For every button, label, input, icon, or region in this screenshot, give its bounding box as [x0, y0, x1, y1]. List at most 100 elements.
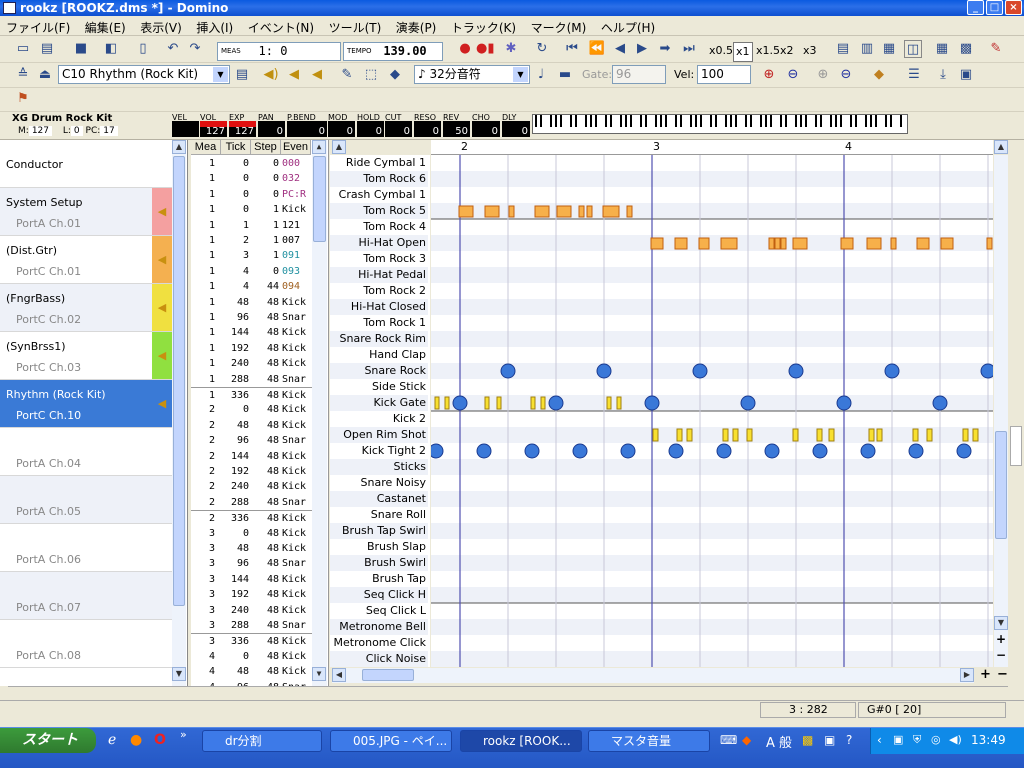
note-block[interactable]: [540, 396, 546, 410]
menu-event[interactable]: イベント(N): [242, 16, 319, 36]
col-step[interactable]: Step: [251, 140, 281, 155]
note-block[interactable]: [508, 205, 515, 218]
speaker-solo-icon[interactable]: ◀: [308, 66, 326, 84]
drum-name[interactable]: Metronome Click: [330, 635, 428, 651]
note-block[interactable]: [792, 237, 808, 250]
event-row[interactable]: 2 96 48 Snar: [191, 433, 313, 448]
task-folder[interactable]: dr分割: [202, 730, 322, 752]
track-row[interactable]: System Setup PortA Ch.01 ◀: [0, 188, 172, 236]
list-icon[interactable]: ☰: [905, 66, 923, 84]
list-view-icon[interactable]: ▤: [834, 40, 852, 58]
note-block[interactable]: [698, 237, 710, 250]
drum-name[interactable]: Open Rim Shot: [330, 427, 428, 443]
track-row[interactable]: (FngrBass) PortC Ch.02 ◀: [0, 284, 172, 332]
note-circle[interactable]: [572, 443, 588, 459]
import-icon[interactable]: ⤓: [934, 66, 952, 84]
close-button[interactable]: ×: [1005, 0, 1022, 15]
properties-icon[interactable]: ◧: [102, 40, 120, 58]
zoom-h-out-icon[interactable]: ⊖: [837, 66, 855, 84]
record-icon[interactable]: ●: [456, 40, 474, 58]
task-domino[interactable]: rookz [ROOK...: [460, 730, 582, 752]
track-mute-speaker-icon[interactable]: ◀: [152, 236, 172, 283]
scroll-left-icon[interactable]: ◀: [332, 668, 346, 682]
note-circle[interactable]: [524, 443, 540, 459]
track-row[interactable]: PortA Ch.05: [0, 476, 172, 524]
event-row[interactable]: 3 288 48 Snar: [191, 618, 313, 633]
side-zoom-control[interactable]: [1010, 426, 1022, 466]
clock[interactable]: 13:49: [971, 733, 1006, 747]
antivirus-icon[interactable]: ◎: [931, 733, 941, 746]
note-circle[interactable]: [932, 395, 948, 411]
zoom-v-minus-icon[interactable]: −: [996, 648, 1006, 662]
network-icon[interactable]: ▣: [893, 733, 903, 746]
ime-tray-icon[interactable]: ◆: [742, 733, 751, 747]
note-circle[interactable]: [692, 363, 708, 379]
scroll-right-icon[interactable]: ▶: [960, 668, 974, 682]
event-row[interactable]: 1 96 48 Snar: [191, 310, 313, 325]
note-block[interactable]: [606, 396, 612, 410]
note-block[interactable]: [534, 205, 550, 218]
mini-keyboard[interactable]: [532, 114, 908, 134]
track-row[interactable]: Rhythm (Rock Kit) PortC Ch.10 ◀: [0, 380, 172, 428]
keyboard-icon[interactable]: ▩: [957, 40, 975, 58]
note-block[interactable]: [444, 396, 450, 410]
panel-splitter[interactable]: [8, 686, 1008, 698]
drum-name[interactable]: Seq Click H: [330, 587, 428, 603]
drum-view-icon[interactable]: ◫: [904, 40, 922, 58]
track-row[interactable]: PortA Ch.06: [0, 524, 172, 572]
note-block[interactable]: [578, 205, 585, 218]
measure-ruler[interactable]: 2 3 4: [431, 140, 993, 155]
maximize-button[interactable]: □: [986, 0, 1003, 15]
note-circle[interactable]: [788, 363, 804, 379]
note-block[interactable]: [912, 428, 919, 442]
note-block[interactable]: [866, 237, 882, 250]
track-row[interactable]: (Dist.Gtr) PortC Ch.01 ◀: [0, 236, 172, 284]
event-row[interactable]: 2 240 48 Kick: [191, 479, 313, 494]
drum-name[interactable]: Brush Tap Swirl: [330, 523, 428, 539]
note-circle[interactable]: [620, 443, 636, 459]
quicklaunch-firefox-icon[interactable]: ●: [130, 732, 142, 748]
event-row[interactable]: 2 48 48 Kick: [191, 418, 313, 433]
drum-name[interactable]: Side Stick: [330, 379, 428, 395]
drum-name[interactable]: Metronome Bell: [330, 619, 428, 635]
note-circle[interactable]: [740, 395, 756, 411]
drum-name[interactable]: Seq Click L: [330, 603, 428, 619]
speaker-icon[interactable]: ◀): [262, 66, 280, 84]
note-block[interactable]: [484, 205, 500, 218]
event-row[interactable]: 1 4 44 094: [191, 279, 313, 294]
track-mute-speaker-icon[interactable]: ◀: [152, 380, 172, 427]
note-circle[interactable]: [908, 443, 924, 459]
note-circle[interactable]: [644, 395, 660, 411]
event-row[interactable]: 3 96 48 Snar: [191, 556, 313, 571]
note-block[interactable]: [840, 237, 854, 250]
open-folder-icon[interactable]: ▤: [38, 40, 56, 58]
chevron-down-icon[interactable]: ▼: [513, 67, 528, 82]
menu-track[interactable]: トラック(K): [445, 16, 521, 36]
note-circle[interactable]: [476, 443, 492, 459]
note-circle[interactable]: [860, 443, 876, 459]
drum-name[interactable]: Snare Rock: [330, 363, 428, 379]
speed-x2[interactable]: x2: [780, 42, 794, 60]
drum-name[interactable]: Kick Gate: [330, 395, 428, 411]
note-block[interactable]: [496, 396, 502, 410]
go-start-icon[interactable]: ⏮: [563, 40, 581, 58]
start-button[interactable]: スタート: [0, 728, 96, 753]
drum-name[interactable]: Kick Tight 2: [330, 443, 428, 459]
prev-icon[interactable]: ◀: [611, 40, 629, 58]
event-row[interactable]: 2 288 48 Snar: [191, 495, 313, 510]
track-row[interactable]: Conductor: [0, 140, 172, 188]
task-paint[interactable]: 005.JPG - ペイ...: [330, 730, 452, 752]
note-block[interactable]: [650, 237, 664, 250]
track-list-scrollbar[interactable]: ▲ ▼: [172, 140, 186, 686]
security-icon[interactable]: ⛨: [913, 733, 921, 747]
note-block[interactable]: [972, 428, 979, 442]
track-mute-speaker-icon[interactable]: ◀: [152, 332, 172, 379]
drum-name[interactable]: Ride Cymbal 1: [330, 155, 428, 171]
note-circle[interactable]: [452, 395, 468, 411]
event-row[interactable]: 2 336 48 Kick: [191, 510, 313, 525]
note-block[interactable]: [746, 428, 753, 442]
drum-name[interactable]: Castanet: [330, 491, 428, 507]
note-circle[interactable]: [836, 395, 852, 411]
menu-view[interactable]: 表示(V): [134, 16, 187, 36]
document-icon[interactable]: ▯: [134, 40, 152, 58]
